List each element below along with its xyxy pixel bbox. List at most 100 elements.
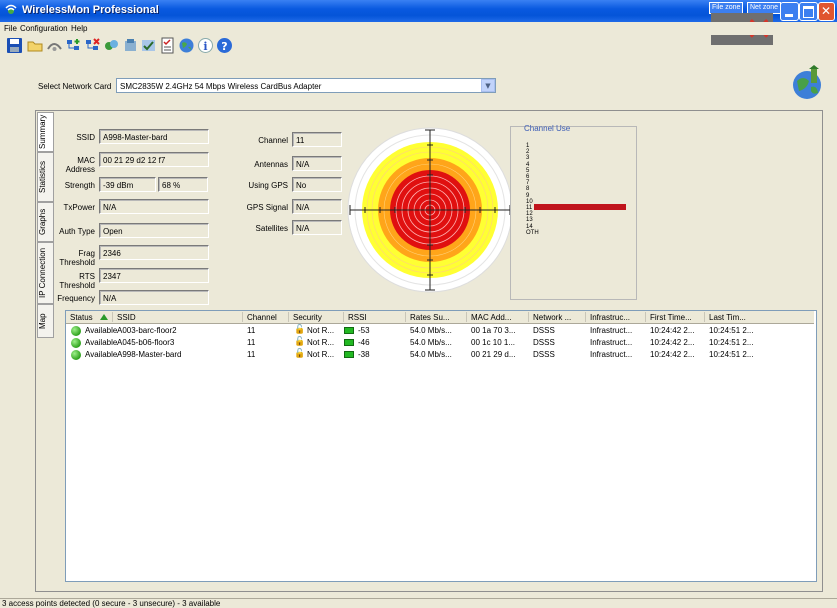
cell-infra: Infrastruct...: [590, 350, 633, 359]
maximize-button[interactable]: [799, 2, 818, 21]
help-icon[interactable]: ?: [216, 37, 233, 54]
cell-first: 10:24:42 2...: [650, 350, 695, 359]
report-icon[interactable]: [159, 37, 176, 54]
cell-last: 10:24:51 2...: [709, 326, 754, 335]
connect-icon[interactable]: [103, 37, 120, 54]
cell-rssi: -53: [358, 326, 370, 335]
channel-value: 11: [292, 132, 342, 147]
channel-label: Channel: [258, 136, 288, 145]
mac-label: MAC Address: [65, 156, 95, 174]
app-logo-icon: [793, 65, 821, 99]
cell-rates: 54.0 Mb/s...: [410, 350, 452, 359]
column-header-10[interactable]: First Time...: [650, 312, 692, 323]
available-status-icon: [71, 338, 81, 348]
column-separator[interactable]: [405, 312, 406, 322]
tab-statistics[interactable]: Statistics: [37, 152, 54, 202]
using-gps-label: Using GPS: [248, 181, 288, 190]
column-header-2[interactable]: SSID: [117, 312, 136, 323]
cell-rssi: -46: [358, 338, 370, 347]
satellites-value: N/A: [292, 220, 342, 235]
signal-strength-radar: [347, 127, 513, 293]
access-point-icon[interactable]: [46, 37, 63, 54]
signal-strength-icon: [344, 339, 354, 346]
mac-value: 00 21 29 d2 12 f7: [99, 152, 209, 167]
frequency-label: Frequency: [57, 294, 95, 303]
window-title: WirelessMon Professional: [22, 4, 159, 16]
cell-mac: 00 1a 70 3...: [471, 326, 516, 335]
column-header-4[interactable]: Security: [293, 312, 322, 323]
minimize-button[interactable]: [780, 2, 799, 21]
column-header-7[interactable]: MAC Add...: [471, 312, 511, 323]
column-header-9[interactable]: Infrastruc...: [590, 312, 630, 323]
ssid-value: A998-Master-bard: [99, 129, 209, 144]
column-separator[interactable]: [528, 312, 529, 322]
column-separator[interactable]: [645, 312, 646, 322]
open-folder-icon[interactable]: [27, 37, 44, 54]
close-button[interactable]: ✕: [818, 2, 835, 21]
chevron-down-icon[interactable]: ▼: [481, 79, 495, 92]
unlocked-icon: 🔓: [294, 325, 306, 335]
column-separator[interactable]: [288, 312, 289, 322]
tab-map[interactable]: Map: [37, 304, 54, 338]
gps-signal-label: GPS Signal: [246, 203, 288, 212]
column-separator[interactable]: [343, 312, 344, 322]
using-gps-value: No: [292, 177, 342, 192]
disconnect-icon[interactable]: [122, 37, 139, 54]
menu-help[interactable]: Help: [71, 22, 87, 35]
antennas-label: Antennas: [254, 160, 288, 169]
globe-icon[interactable]: [178, 37, 195, 54]
column-header-8[interactable]: Network ...: [533, 312, 571, 323]
cell-rates: 54.0 Mb/s...: [410, 338, 452, 347]
frag-threshold-value: 2346: [99, 245, 209, 260]
unlocked-icon: 🔓: [294, 337, 306, 347]
column-header-5[interactable]: RSSI: [348, 312, 367, 323]
ssid-label: SSID: [76, 133, 95, 142]
available-status-icon: [71, 326, 81, 336]
cell-security: Not R...: [307, 350, 335, 359]
log-icon[interactable]: [140, 37, 157, 54]
menu-file[interactable]: File: [4, 22, 17, 35]
cell-channel: 11: [247, 350, 256, 359]
cell-mac: 00 21 29 d...: [471, 350, 516, 359]
network-remove-icon[interactable]: [84, 37, 101, 54]
cell-ssid: A045-b06-floor3: [117, 338, 175, 347]
column-separator[interactable]: [585, 312, 586, 322]
info-icon[interactable]: i: [197, 37, 214, 54]
cell-network: DSSS: [533, 326, 555, 335]
network-card-select[interactable]: SMC2835W 2.4GHz 54 Mbps Wireless CardBus…: [116, 78, 496, 93]
tab-summary[interactable]: Summary: [37, 112, 54, 152]
txpower-label: TxPower: [63, 203, 95, 212]
cell-status: Available: [85, 338, 118, 347]
signal-strength-icon: [344, 351, 354, 358]
cell-first: 10:24:42 2...: [650, 338, 695, 347]
column-header-11[interactable]: Last Tim...: [709, 312, 746, 323]
channel-use-title: Channel Use: [524, 124, 571, 133]
gps-signal-value: N/A: [292, 199, 342, 214]
close-icon: ✕: [821, 4, 832, 18]
cell-infra: Infrastruct...: [590, 326, 633, 335]
save-icon[interactable]: [6, 37, 23, 54]
cell-ssid: A998-Master-bard: [117, 350, 182, 359]
rts-threshold-label: RTS Threshold: [59, 272, 95, 290]
cell-first: 10:24:42 2...: [650, 326, 695, 335]
cell-channel: 11: [247, 326, 256, 335]
tab-graphs[interactable]: Graphs: [37, 202, 54, 242]
column-separator[interactable]: [112, 312, 113, 322]
txpower-value: N/A: [99, 199, 209, 214]
column-header-3[interactable]: Channel: [247, 312, 277, 323]
column-separator[interactable]: [466, 312, 467, 322]
cell-channel: 11: [247, 338, 256, 347]
column-separator[interactable]: [242, 312, 243, 322]
strength-label: Strength: [64, 181, 95, 190]
network-add-icon[interactable]: [65, 37, 82, 54]
column-separator[interactable]: [704, 312, 705, 322]
cell-security: Not R...: [307, 338, 335, 347]
column-header-1[interactable]: Status: [70, 312, 93, 323]
unlocked-icon: 🔓: [294, 349, 306, 359]
antennas-value: N/A: [292, 156, 342, 171]
menu-configuration[interactable]: Configuration: [20, 22, 68, 35]
column-header-6[interactable]: Rates Su...: [410, 312, 450, 323]
network-card-label: Select Network Card: [38, 82, 112, 91]
cell-security: Not R...: [307, 326, 335, 335]
strength-percent-value: 68 %: [158, 177, 208, 192]
